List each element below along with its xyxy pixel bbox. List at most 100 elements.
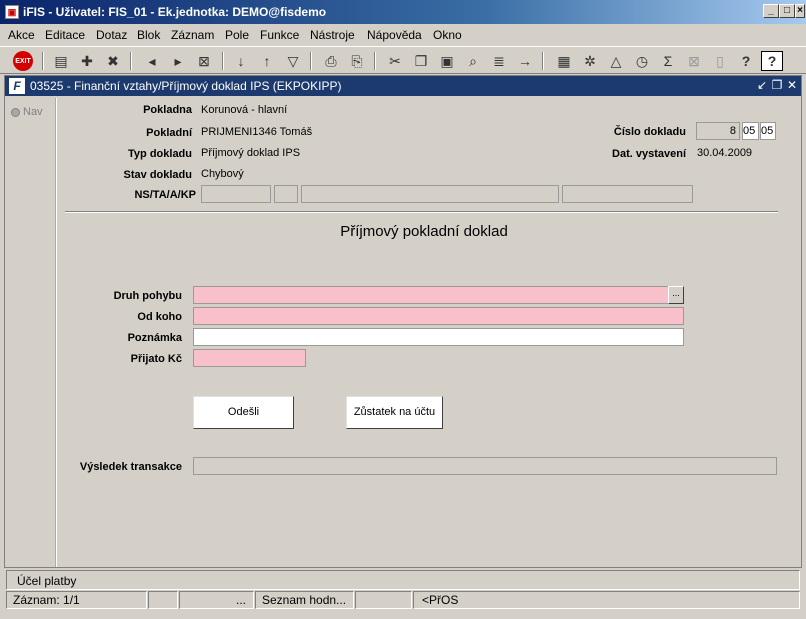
toolbar: EXIT ▤ ✚ ✖ ◂ ▸ ⊠ ↓ ↑ ▽ ⎙ ⎘ ✂ ❐ ▣ ⌕ ≣ → ▦… xyxy=(0,46,806,74)
status-row: Záznam: 1/1 ... Seznam hodn... <PřOS xyxy=(6,591,800,609)
odesli-button[interactable]: Odešli xyxy=(193,396,294,429)
od-koho-input[interactable] xyxy=(193,307,684,325)
app-icon: ▣ xyxy=(5,5,19,19)
druh-pohybu-label: Druh pohybu xyxy=(113,290,182,302)
toolbar-separator xyxy=(42,52,44,70)
new-record-icon[interactable]: ✚ xyxy=(76,51,98,71)
menu-akce[interactable]: Akce xyxy=(8,28,35,42)
context-help-icon[interactable]: ? xyxy=(761,51,783,71)
cislo-dokladu-part2[interactable]: 05 xyxy=(742,122,759,140)
stav-dokladu-label: Stav dokladu xyxy=(123,169,192,181)
menu-napoveda[interactable]: Nápověda xyxy=(367,28,422,42)
form-close-icon[interactable]: ✕ xyxy=(785,78,799,92)
ns-ta-a-kp-label: NS/TA/A/KP xyxy=(134,189,196,201)
typ-dokladu-value: Příjmový doklad IPS xyxy=(201,147,301,159)
help-icon[interactable]: ? xyxy=(735,51,757,71)
toolbar-separator xyxy=(542,52,544,70)
form-minimize-icon[interactable]: ↙ xyxy=(755,78,769,92)
minimize-button[interactable]: _ xyxy=(763,4,779,18)
window-titlebar: ▣ iFIS - Uživatel: FIS_01 - Ek.jednotka:… xyxy=(0,0,806,24)
menu-blok[interactable]: Blok xyxy=(137,28,160,42)
datum-vystaveni-value: 30.04.2009 xyxy=(697,147,753,159)
close-button[interactable]: × xyxy=(795,4,805,18)
sum-icon[interactable]: Σ xyxy=(657,51,679,71)
mode-indicator: <PřOS xyxy=(413,591,800,609)
form-logo-icon: F xyxy=(9,78,25,94)
document-icon[interactable]: ▯ xyxy=(709,51,731,71)
nav-radio-icon xyxy=(11,107,20,117)
paste-icon[interactable]: ▣ xyxy=(436,51,458,71)
cislo-dokladu-label: Číslo dokladu xyxy=(613,126,686,138)
a-field[interactable] xyxy=(301,185,559,203)
exit-icon[interactable]: EXIT xyxy=(13,51,33,71)
sort-asc-icon[interactable]: ↓ xyxy=(230,51,252,71)
hint-bar: Účel platby xyxy=(6,570,800,590)
sort-desc-icon[interactable]: ↑ xyxy=(256,51,278,71)
menu-editace[interactable]: Editace xyxy=(45,28,85,42)
stav-dokladu-value: Chybový xyxy=(201,168,244,180)
prev-icon[interactable]: ◂ xyxy=(141,51,163,71)
zustatek-na-uctu-button[interactable]: Zůstatek na účtu xyxy=(346,396,443,429)
section-divider xyxy=(65,211,778,213)
next-icon[interactable]: ▸ xyxy=(167,51,189,71)
arrow-icon[interactable]: → xyxy=(514,51,536,71)
pokladna-label: Pokladna xyxy=(143,104,192,116)
form-titlebar: F 03525 - Finanční vztahy/Příjmový dokla… xyxy=(5,76,801,96)
list-values-indicator: Seznam hodn... xyxy=(255,591,354,609)
filter-icon[interactable]: ▽ xyxy=(282,51,304,71)
od-koho-label: Od koho xyxy=(137,311,182,323)
prijato-kc-label: Přijato Kč xyxy=(130,353,182,365)
menu-zaznam[interactable]: Záznam xyxy=(171,28,214,42)
ns-field[interactable] xyxy=(201,185,271,203)
menu-okno[interactable]: Okno xyxy=(433,28,462,42)
nav-label: Nav xyxy=(23,106,43,118)
calculator-icon[interactable]: ▦ xyxy=(553,51,575,71)
nav-item[interactable]: Nav xyxy=(11,106,43,118)
menu-bar: Akce Editace Dotaz Blok Záznam Pole Funk… xyxy=(0,24,806,46)
ta-field[interactable] xyxy=(274,185,298,203)
chart-icon[interactable]: △ xyxy=(605,51,627,71)
menu-funkce[interactable]: Funkce xyxy=(260,28,299,42)
menu-nastroje[interactable]: Nástroje xyxy=(310,28,355,42)
cislo-dokladu-part3[interactable]: 05 xyxy=(760,122,776,140)
settings-icon[interactable]: ✲ xyxy=(579,51,601,71)
status-cell-empty xyxy=(355,591,412,609)
toolbar-separator xyxy=(222,52,224,70)
form-restore-icon[interactable]: ❐ xyxy=(770,78,784,92)
datum-vystaveni-label: Dat. vystavení xyxy=(612,148,686,160)
toolbar-separator xyxy=(310,52,312,70)
toolbar-separator xyxy=(374,52,376,70)
status-ellipsis: ... xyxy=(179,591,254,609)
pokladni-label: Pokladní xyxy=(146,127,192,139)
close-icon[interactable]: ⊠ xyxy=(193,51,215,71)
print-icon[interactable]: ⎙ xyxy=(320,51,342,71)
menu-pole[interactable]: Pole xyxy=(225,28,249,42)
pokladni-value: PRIJMENI1346 Tomáš xyxy=(201,126,313,138)
nav-panel: Nav xyxy=(7,98,57,567)
save-icon[interactable]: ▤ xyxy=(50,51,72,71)
druh-pohybu-lookup-button[interactable]: ... xyxy=(668,286,684,304)
clock-icon[interactable]: ◷ xyxy=(631,51,653,71)
poznamka-input[interactable] xyxy=(193,328,684,346)
status-cell-empty xyxy=(148,591,178,609)
print-preview-icon[interactable]: ⎘ xyxy=(346,51,368,71)
kp-field[interactable] xyxy=(562,185,693,203)
maximize-button[interactable]: □ xyxy=(779,4,795,18)
copy-icon[interactable]: ❐ xyxy=(410,51,432,71)
typ-dokladu-label: Typ dokladu xyxy=(128,148,192,160)
form-title: 03525 - Finanční vztahy/Příjmový doklad … xyxy=(30,79,342,93)
vysledek-transakce-field xyxy=(193,457,777,475)
menu-dotaz[interactable]: Dotaz xyxy=(96,28,127,42)
excel-icon[interactable]: ⊠ xyxy=(683,51,705,71)
pokladna-value: Korunová - hlavní xyxy=(201,104,288,116)
hint-text: Účel platby xyxy=(17,574,77,588)
prijato-kc-input[interactable] xyxy=(193,349,306,367)
delete-record-icon[interactable]: ✖ xyxy=(102,51,124,71)
vysledek-transakce-label: Výsledek transakce xyxy=(79,461,182,473)
cislo-dokladu-part1[interactable]: 8 xyxy=(696,122,740,140)
druh-pohybu-input[interactable] xyxy=(193,286,669,304)
cut-icon[interactable]: ✂ xyxy=(384,51,406,71)
list-icon[interactable]: ≣ xyxy=(488,51,510,71)
find-icon[interactable]: ⌕ xyxy=(462,51,484,71)
toolbar-separator xyxy=(130,52,132,70)
